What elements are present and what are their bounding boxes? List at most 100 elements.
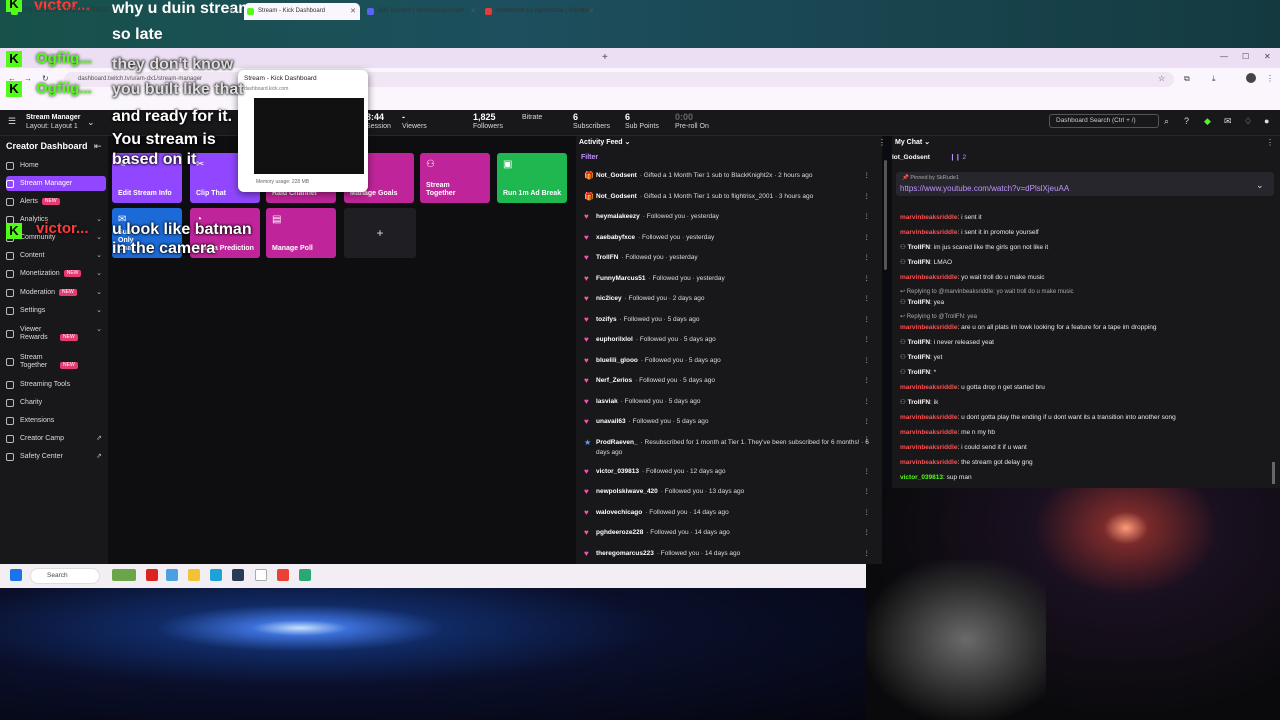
edge-icon[interactable] [210, 569, 222, 581]
feed-username[interactable]: Not_Godsent [596, 193, 637, 200]
chat-username[interactable]: marvinbeaksriddle [900, 429, 957, 436]
activity-feed-row[interactable]: ♥ TrollFN · Followed you · yesterday ⋮ [580, 250, 874, 266]
steam-icon[interactable] [232, 569, 244, 581]
feed-username[interactable]: bluelili_glooo [596, 357, 638, 364]
close-icon[interactable]: ✕ [228, 3, 234, 20]
sidebar-item-charity[interactable]: Charity [6, 395, 106, 410]
task-view-icon[interactable] [166, 569, 178, 581]
chat-menu-icon[interactable]: ⋮ [1266, 138, 1274, 147]
chat-scrollbar[interactable] [1272, 462, 1275, 484]
feed-username[interactable]: Not_Godsent [596, 172, 637, 179]
activity-feed-row[interactable]: ♥ FunnyMarcus51 · Followed you · yesterday… [580, 271, 874, 287]
chat-username[interactable]: TrollFN [908, 244, 930, 251]
sidebar-item-alerts[interactable]: Alerts NEW [6, 194, 106, 209]
more-options-icon[interactable]: ⋮ [864, 484, 871, 500]
sidebar-item-content[interactable]: Content ⌄ [6, 248, 106, 263]
more-options-icon[interactable]: ⋮ [864, 505, 871, 521]
feed-username[interactable]: victor_039813 [596, 468, 639, 475]
more-options-icon[interactable]: ⋮ [864, 271, 871, 287]
chat-username[interactable]: marvinbeaksriddle [900, 214, 957, 221]
chat-username[interactable]: TrollFN [908, 399, 930, 406]
activity-feed-row[interactable]: ♥ walovechicago · Followed you · 14 days a… [580, 505, 874, 521]
collapse-sidebar-icon[interactable]: ⇤ [94, 141, 102, 152]
more-options-icon[interactable]: ⋮ [864, 250, 871, 266]
feed-scrollbar[interactable] [884, 160, 887, 270]
file-explorer-icon[interactable] [188, 569, 200, 581]
pinned-link[interactable]: https://www.youtube.com/watch?v=dPlslXje… [900, 184, 1069, 193]
sidebar-item-home[interactable]: Home [6, 158, 106, 173]
feed-username[interactable]: Nerf_Zerios [596, 377, 632, 384]
activity-feed-row[interactable]: ♥ pghdeeroze228 · Followed you · 14 days a… [580, 525, 874, 541]
feed-username[interactable]: newpolskiwave_420 [596, 488, 658, 495]
add-quick-action-button[interactable]: + [344, 208, 416, 258]
quick-action-manage-poll[interactable]: ▤ Manage Poll [266, 208, 336, 258]
browser-menu-icon[interactable]: ⋮ [1266, 74, 1274, 83]
activity-feed-row[interactable]: ♥ tozifys · Followed you · 5 days ago ⋮ [580, 312, 874, 328]
browser-tab[interactable]: (58) Discord | #promote-yourself ✕ [364, 3, 480, 20]
more-options-icon[interactable]: ⋮ [864, 291, 871, 307]
feed-username[interactable]: euphorilxlol [596, 336, 633, 343]
browser-tab-active[interactable]: Stream - Kick Dashboard ✕ [244, 3, 360, 20]
feed-username[interactable]: pghdeeroze228 [596, 529, 643, 536]
feed-filter-button[interactable]: Filter [581, 154, 598, 161]
feed-username[interactable]: nic2icey [596, 295, 622, 302]
app-icon[interactable] [146, 569, 158, 581]
more-options-icon[interactable]: ⋮ [864, 209, 871, 225]
sidebar-item-safety-center[interactable]: Safety Center ⇗ [6, 449, 106, 464]
activity-feed-row[interactable]: ♥ bluelili_glooo · Followed you · 5 days a… [580, 353, 874, 369]
chevron-down-icon[interactable]: ⌄ [87, 117, 95, 128]
maximize-icon[interactable]: ☐ [1242, 52, 1249, 61]
search-icon[interactable]: ⌕ [1164, 116, 1169, 127]
chat-username[interactable]: marvinbeaksriddle [900, 229, 957, 236]
activity-feed-row[interactable]: ♥ Nerf_Zerios · Followed you · 5 days ago ⋮ [580, 373, 874, 389]
more-options-icon[interactable]: ⋮ [864, 168, 871, 184]
dashboard-search-input[interactable]: Dashboard Search (Ctrl + /) [1049, 114, 1159, 128]
browser-tab[interactable]: (15) SUNDAY STREAM | TREAT ✕ [8, 3, 238, 20]
more-options-icon[interactable]: ⋮ [864, 546, 871, 562]
activity-feed-row[interactable]: ♥ theregomarcus223 · Followed you · 14 day… [580, 546, 874, 562]
drag-handle-icon[interactable]: ⋮ [878, 138, 886, 147]
chat-username[interactable]: marvinbeaksriddle [900, 459, 957, 466]
sidebar-item-streaming-tools[interactable]: Streaming Tools [6, 377, 106, 392]
close-icon[interactable]: ✕ [350, 3, 356, 20]
more-options-icon[interactable]: ⋮ [864, 332, 871, 348]
sidebar-item-monetization[interactable]: Monetization NEW ⌄ [6, 266, 106, 281]
download-icon[interactable]: ⤓ [1212, 74, 1216, 84]
feed-username[interactable]: TrollFN [596, 254, 618, 261]
inbox-icon[interactable]: ✉ [1224, 116, 1232, 127]
chat-username[interactable]: TrollFN [908, 299, 930, 306]
activity-feed-title[interactable]: Activity Feed ⌄ [579, 138, 630, 146]
chat-username[interactable]: marvinbeaksriddle [900, 324, 957, 331]
bookmark-star-icon[interactable]: ☆ [1158, 74, 1165, 83]
activity-feed-row[interactable]: ♥ unavail63 · Followed you · 5 days ago ⋮ [580, 414, 874, 430]
close-icon[interactable]: ✕ [470, 3, 476, 20]
feed-username[interactable]: walovechicago [596, 509, 642, 516]
extensions-icon[interactable]: ⧉ [1184, 74, 1190, 84]
activity-feed-row[interactable]: ♥ lasviak · Followed you · 5 days ago ⋮ [580, 394, 874, 410]
minimize-icon[interactable]: — [1220, 52, 1228, 61]
sidebar-item-viewer-rewards[interactable]: Viewer Rewards NEW ⌄ [6, 326, 106, 341]
chat-title[interactable]: My Chat ⌄ [895, 138, 930, 146]
more-options-icon[interactable]: ⋮ [864, 525, 871, 541]
feed-username[interactable]: theregomarcus223 [596, 550, 654, 557]
prime-icon[interactable]: ◆ [1204, 116, 1211, 127]
chat-username[interactable]: TrollFN [908, 339, 930, 346]
widgets-icon[interactable] [112, 569, 136, 581]
activity-feed-row[interactable]: ♥ newpolskiwave_420 · Followed you · 13 da… [580, 484, 874, 500]
feed-username[interactable]: tozifys [596, 316, 617, 323]
avatar[interactable]: ● [1264, 116, 1269, 126]
more-options-icon[interactable]: ⋮ [864, 464, 871, 480]
windows-start-icon[interactable] [10, 569, 22, 581]
chrome-icon[interactable] [277, 569, 289, 581]
chat-username[interactable]: marvinbeaksriddle [900, 414, 957, 421]
feed-username[interactable]: ProdRaeven_ [596, 439, 638, 446]
more-options-icon[interactable]: ⋮ [864, 414, 871, 430]
app-icon[interactable] [299, 569, 311, 581]
chevron-down-icon[interactable]: ⌄ [1256, 180, 1264, 191]
more-options-icon[interactable]: ⋮ [864, 312, 871, 328]
close-icon[interactable]: ✕ [588, 3, 594, 20]
stream-manager-selector[interactable]: Stream Manager Layout: Layout 1 [26, 113, 80, 131]
sidebar-item-settings[interactable]: Settings ⌄ [6, 303, 106, 318]
menu-icon[interactable]: ☰ [8, 116, 16, 127]
more-options-icon[interactable]: ⋮ [864, 435, 871, 445]
